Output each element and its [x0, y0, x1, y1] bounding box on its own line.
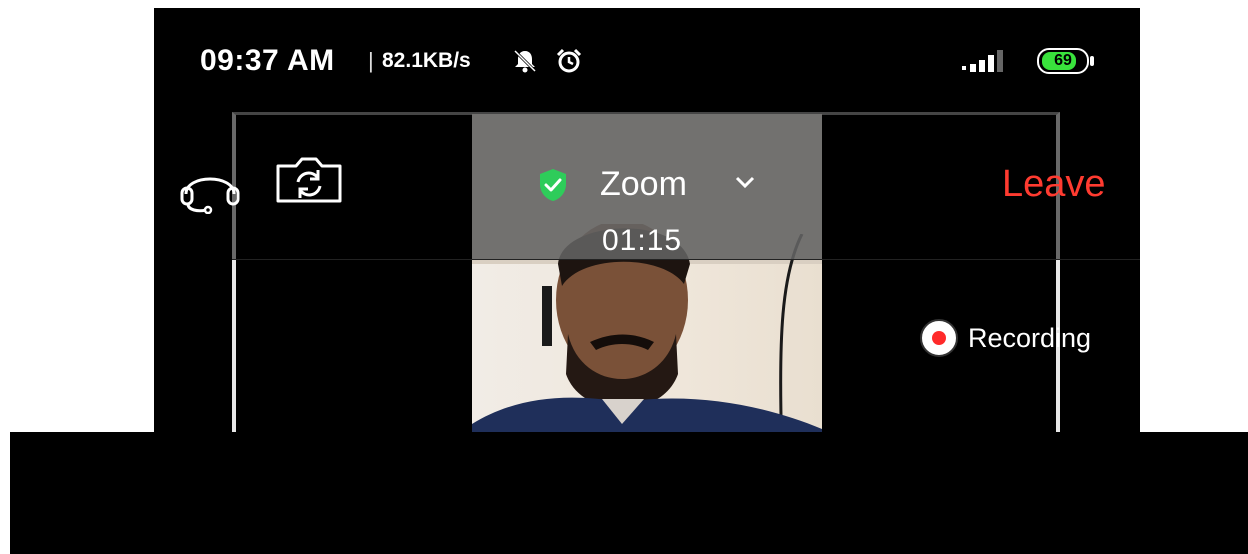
meeting-timer: 01:15	[602, 224, 683, 257]
alarm-icon	[556, 48, 582, 73]
recording-label: Recording	[968, 323, 1092, 353]
record-dot-icon	[920, 319, 958, 357]
mute-icon	[513, 49, 537, 73]
status-separator: |	[368, 48, 374, 73]
meeting-title[interactable]: Zoom	[600, 165, 687, 204]
zoom-meeting-screen: 09:37 AM | 82.1KB/s 69 Zoom 01:15 Leave …	[154, 8, 1140, 438]
bottom-black-bar	[10, 432, 1248, 554]
status-time: 09:37 AM	[200, 44, 335, 77]
signal-icon	[962, 50, 1003, 72]
audio-icon[interactable]	[178, 164, 242, 214]
chevron-down-icon[interactable]	[734, 174, 756, 190]
network-speed: 82.1KB/s	[382, 49, 471, 72]
shield-icon	[540, 169, 566, 201]
leave-button[interactable]: Leave	[1002, 163, 1106, 206]
controls-divider	[232, 259, 1140, 260]
switch-camera-icon[interactable]	[274, 156, 344, 204]
battery-level: 69	[1054, 52, 1072, 69]
